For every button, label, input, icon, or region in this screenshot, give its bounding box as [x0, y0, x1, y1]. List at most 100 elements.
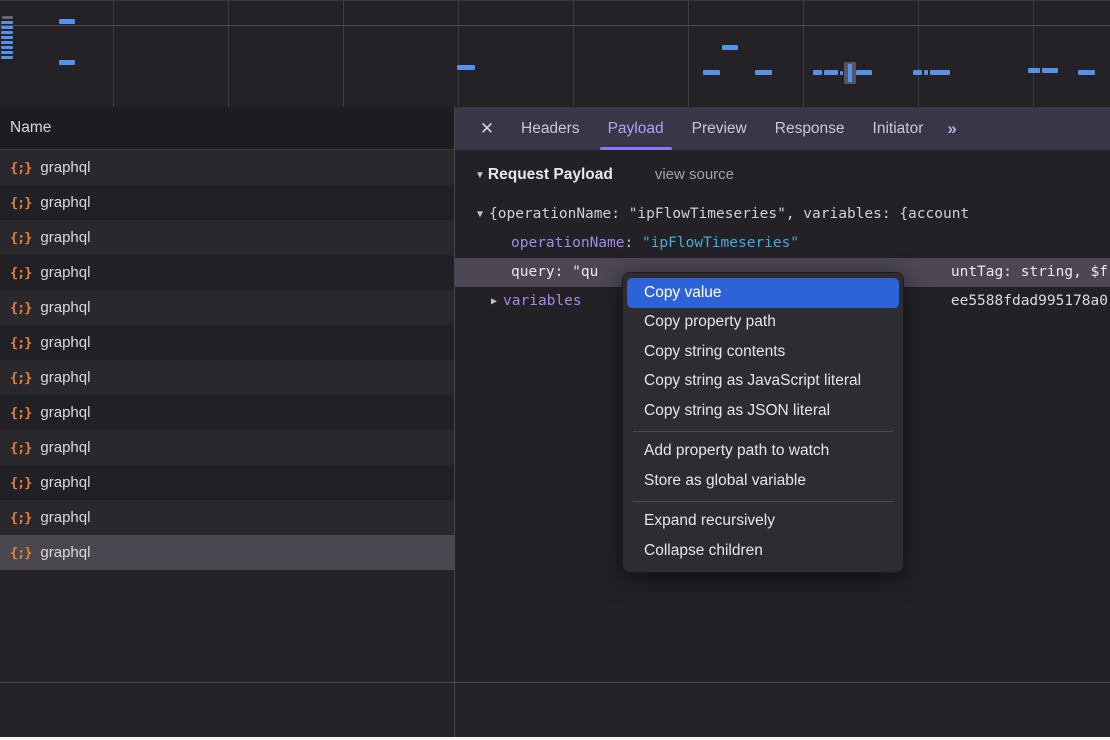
more-tabs-icon[interactable]: »	[939, 119, 962, 139]
request-timing-bar	[1, 26, 13, 29]
request-row[interactable]: {;}graphql	[0, 500, 454, 535]
request-row[interactable]: {;} graphql	[0, 325, 454, 360]
panel-divider	[454, 683, 455, 737]
tab-headers[interactable]: Headers	[507, 107, 594, 150]
tree-row-operation-name[interactable]: operationName: "ipFlowTimeseries"	[455, 229, 1110, 258]
name-column-label: Name	[10, 119, 51, 137]
menu-item-expand-recursively[interactable]: Expand recursively	[623, 507, 903, 537]
request-row[interactable]: {;}graphql	[0, 185, 454, 220]
request-row[interactable]: {;} graphql	[0, 535, 454, 570]
request-row[interactable]: {;} graphql	[0, 255, 454, 290]
request-timing-bar	[2, 16, 13, 19]
request-timing-bar	[1, 21, 13, 24]
overview-gridline	[573, 1, 574, 107]
request-row[interactable]: {;}graphql	[0, 465, 454, 500]
request-name: graphql	[40, 544, 90, 561]
property-key: operationName	[511, 235, 625, 251]
request-name: graphql	[40, 404, 90, 421]
request-name: graphql	[40, 264, 90, 281]
close-icon[interactable]: ✕	[467, 119, 507, 139]
property-key: query	[511, 264, 555, 280]
name-column-header[interactable]: Name	[0, 107, 454, 150]
request-timing-bar	[1, 36, 13, 39]
json-file-icon: {;}	[10, 370, 31, 386]
overview-gridline	[918, 1, 919, 107]
request-timing-bar	[457, 65, 475, 70]
tab-preview[interactable]: Preview	[678, 107, 761, 150]
request-payload-section: ▼ Request Payload view source	[475, 166, 734, 184]
request-list-panel: Name {;}graphql{;}graphql{;}graphql{;}gr…	[0, 107, 454, 682]
json-file-icon: {;}	[10, 440, 31, 456]
request-name: graphql	[40, 474, 90, 491]
context-menu: Copy valueCopy property pathCopy string …	[622, 272, 904, 573]
tab-response[interactable]: Response	[761, 107, 859, 150]
request-timing-bar	[1078, 70, 1095, 75]
json-file-icon: {;}	[10, 335, 31, 351]
overview-gridline-horizontal	[0, 25, 1110, 26]
overview-gridline	[688, 1, 689, 107]
summary-bar	[0, 682, 1110, 737]
json-file-icon: {;}	[10, 230, 31, 246]
request-row[interactable]: {;} graphql	[0, 290, 454, 325]
request-row[interactable]: {;} graphql	[0, 220, 454, 255]
chevron-down-icon[interactable]: ▼	[477, 209, 483, 220]
request-timing-bar	[1, 51, 13, 54]
tab-payload[interactable]: Payload	[594, 107, 678, 150]
menu-item-copy-string-as-json-literal[interactable]: Copy string as JSON literal	[623, 396, 903, 426]
request-name: graphql	[40, 194, 90, 211]
tab-initiator[interactable]: Initiator	[859, 107, 938, 150]
request-name: graphql	[40, 229, 90, 246]
request-timing-bar	[1, 56, 13, 59]
json-file-icon: {;}	[10, 545, 31, 561]
request-name: graphql	[40, 369, 90, 386]
network-overview-timeline[interactable]	[0, 0, 1110, 107]
request-timing-bar	[1028, 68, 1040, 73]
request-timing-bar	[913, 70, 922, 75]
property-value-left: "qu	[572, 264, 598, 280]
request-row[interactable]: {;}graphql	[0, 150, 454, 185]
menu-item-add-property-path-to-watch[interactable]: Add property path to watch	[623, 437, 903, 467]
root-preview-text: {operationName: "ipFlowTimeseries", vari…	[489, 206, 969, 222]
request-name: graphql	[40, 509, 90, 526]
menu-separator	[633, 431, 893, 432]
request-timing-bar	[722, 45, 738, 50]
overview-gridline	[803, 1, 804, 107]
menu-item-copy-value[interactable]: Copy value	[627, 278, 899, 308]
request-timing-bar	[824, 70, 838, 75]
json-file-icon: {;}	[10, 265, 31, 281]
request-row[interactable]: {;}graphql	[0, 395, 454, 430]
request-row[interactable]: {;} graphql	[0, 360, 454, 395]
menu-item-collapse-children[interactable]: Collapse children	[623, 536, 903, 566]
variables-preview-right: ee5588fdad995178a0	[951, 287, 1108, 316]
request-timing-bar	[755, 70, 772, 75]
request-timing-bar	[813, 70, 822, 75]
menu-item-copy-string-as-javascript-literal[interactable]: Copy string as JavaScript literal	[623, 367, 903, 397]
colon: :	[625, 235, 634, 251]
request-row[interactable]: {;}graphql	[0, 430, 454, 465]
devtools-network-panel: Name {;}graphql{;}graphql{;}graphql{;}gr…	[0, 0, 1110, 737]
request-timing-bar	[1, 46, 13, 49]
menu-item-copy-property-path[interactable]: Copy property path	[623, 308, 903, 338]
view-source-link[interactable]: view source	[655, 166, 734, 183]
json-file-icon: {;}	[10, 300, 31, 316]
json-file-icon: {;}	[10, 160, 31, 176]
menu-item-copy-string-contents[interactable]: Copy string contents	[623, 337, 903, 367]
menu-item-store-as-global-variable[interactable]: Store as global variable	[623, 466, 903, 496]
request-name: graphql	[40, 334, 90, 351]
property-value: "ipFlowTimeseries"	[642, 235, 799, 251]
collapse-triangle-icon[interactable]: ▼	[475, 170, 485, 181]
tree-root-row[interactable]: ▼ {operationName: "ipFlowTimeseries", var…	[455, 200, 1110, 229]
request-timing-bar	[856, 70, 872, 75]
request-timing-bar	[1, 41, 13, 44]
chevron-right-icon[interactable]: ▶	[491, 296, 497, 307]
overview-gridline	[343, 1, 344, 107]
request-timing-bar	[1042, 68, 1058, 73]
menu-separator	[633, 501, 893, 502]
overview-gridline	[1033, 1, 1034, 107]
request-rows: {;} graphql {;} graphql {;} graphql {;} graphql…	[0, 150, 454, 570]
request-name: graphql	[40, 299, 90, 316]
hovered-request-marker	[844, 62, 856, 84]
panel-divider[interactable]	[454, 107, 455, 682]
request-timing-bar	[840, 71, 843, 75]
property-key: variables	[503, 293, 582, 309]
